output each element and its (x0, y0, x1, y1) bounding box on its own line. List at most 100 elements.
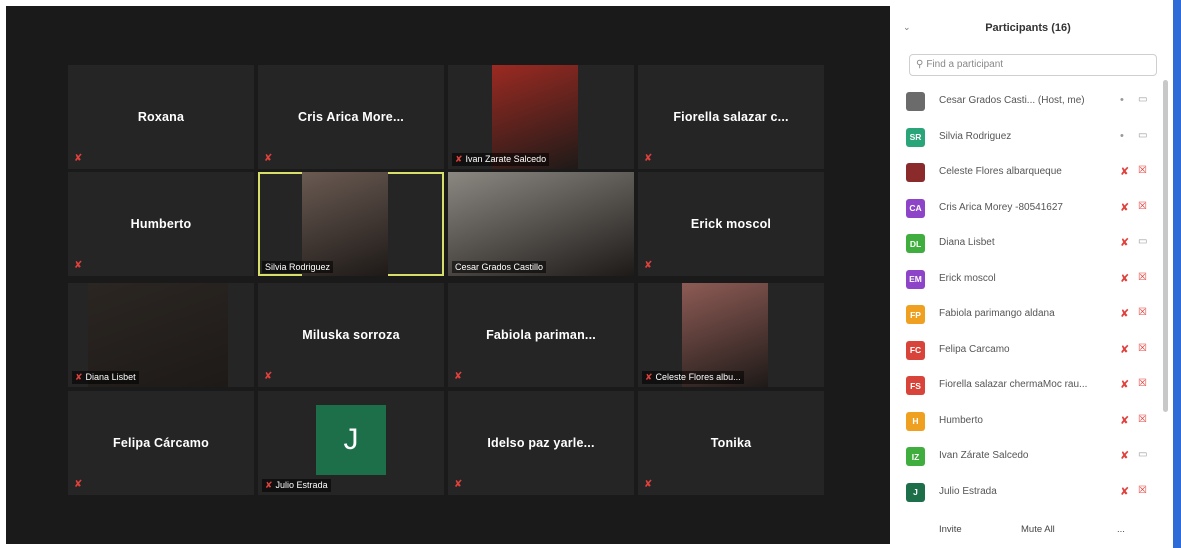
participant-name: Diana Lisbet (939, 237, 995, 248)
participant-label-text: Julio Estrada (275, 480, 328, 490)
camera-off-icon[interactable]: ☒ (1138, 343, 1147, 354)
participant-label: ✘ Ivan Zarate Salcedo (452, 153, 550, 166)
mic-icon[interactable]: • (1120, 94, 1124, 106)
mic-muted-icon[interactable]: ✘ (1120, 272, 1129, 285)
more-button[interactable]: ... (1117, 524, 1125, 535)
video-tile[interactable]: Silvia Rodriguez (258, 172, 444, 276)
mic-muted-icon[interactable]: ✘ (1120, 485, 1129, 498)
video-tile[interactable]: Humberto ✘ (68, 172, 254, 276)
video-tile[interactable]: ✘ Ivan Zarate Salcedo (448, 65, 634, 169)
video-tile[interactable]: Idelso paz yarle... ✘ (448, 391, 634, 495)
avatar: CA (906, 198, 925, 218)
camera-icon[interactable]: ▭ (1138, 94, 1147, 105)
mic-muted-icon: ✘ (454, 479, 463, 490)
participant-label-text: Diana Lisbet (85, 372, 136, 382)
avatar: H (906, 411, 925, 431)
camera-off-icon[interactable]: ☒ (1138, 307, 1147, 318)
video-tile[interactable]: Cesar Grados Castillo (448, 172, 634, 276)
camera-off-icon[interactable]: ☒ (1138, 378, 1147, 389)
video-tile[interactable]: ✘ Celeste Flores albu... (638, 283, 824, 387)
mic-muted-icon: ✘ (75, 372, 83, 382)
video-tile[interactable]: Fabiola pariman... ✘ (448, 283, 634, 387)
search-icon: ⚲ (916, 59, 924, 70)
participant-name: Fiorella salazar chermaMoc rau... (939, 379, 1088, 390)
participant-name: Felipa Carcamo (939, 343, 1010, 355)
avatar: FS (906, 376, 925, 395)
mic-muted-icon[interactable]: ✘ (1120, 378, 1129, 391)
avatar (906, 163, 925, 182)
invite-button[interactable]: Invite (939, 524, 962, 535)
participant-row[interactable]: Cesar Grados Casti... (Host, me) • ▭ (893, 84, 1161, 120)
participant-row[interactable]: FS Fiorella salazar chermaMoc rau... ✘ ☒ (893, 368, 1161, 404)
camera-icon[interactable]: ▭ (1138, 449, 1147, 460)
mic-muted-icon[interactable]: ✘ (1120, 343, 1129, 356)
mic-muted-icon[interactable]: ✘ (1120, 307, 1129, 320)
participant-name: Julio Estrada (939, 485, 997, 497)
participant-name: Humberto (939, 414, 983, 426)
mute-all-button[interactable]: Mute All (1021, 524, 1055, 535)
participant-row[interactable]: CA Cris Arica Morey -80541627 ✘ ☒ (893, 191, 1161, 227)
participant-search-input[interactable]: ⚲ Find a participant (909, 54, 1157, 76)
mic-muted-icon: ✘ (454, 371, 463, 382)
video-tile[interactable]: J ✘ Julio Estrada (258, 391, 444, 495)
participant-name: Cris Arica More... (298, 110, 404, 124)
camera-icon[interactable]: ▭ (1138, 236, 1147, 247)
participant-label-text: Celeste Flores albu... (655, 372, 741, 382)
mic-muted-icon[interactable]: ✘ (1120, 165, 1129, 178)
participant-row[interactable]: EM Erick moscol ✘ ☒ (893, 262, 1161, 298)
participant-label: ✘ Julio Estrada (262, 479, 331, 492)
participant-name: Roxana (137, 110, 185, 124)
participant-row[interactable]: Celeste Flores albarqueque ✘ ☒ (893, 155, 1161, 191)
participant-row[interactable]: IZ Ivan Zárate Salcedo ✘ ▭ (893, 439, 1161, 475)
participant-row[interactable]: J Julio Estrada ✘ ☒ (893, 475, 1161, 511)
participant-name: Erick moscol (690, 217, 772, 231)
participant-name: Cesar Grados Casti... (Host, me) (939, 95, 1085, 106)
avatar: FP (906, 305, 925, 324)
participant-name: Silvia Rodriguez (939, 130, 1012, 142)
mic-muted-icon[interactable]: ✘ (1120, 414, 1129, 427)
participant-row[interactable]: SR Silvia Rodriguez • ▭ (893, 120, 1161, 156)
video-tile[interactable]: Roxana ✘ (68, 65, 254, 169)
participant-list: Cesar Grados Casti... (Host, me) • ▭ SR Silv… (893, 84, 1161, 510)
avatar: SR (906, 127, 925, 147)
mic-muted-icon: ✘ (455, 154, 463, 164)
participant-row[interactable]: FP Fabiola parimango aldana ✘ ☒ (893, 297, 1161, 333)
mic-muted-icon: ✘ (644, 479, 653, 490)
participants-header: ⌄ Participants (16) (893, 12, 1163, 42)
video-tile[interactable]: Miluska sorroza ✘ (258, 283, 444, 387)
participant-row[interactable]: FC Felipa Carcamo ✘ ☒ (893, 333, 1161, 369)
mic-muted-icon: ✘ (644, 153, 653, 164)
avatar: J (906, 482, 925, 502)
avatar (906, 92, 925, 111)
camera-off-icon[interactable]: ☒ (1138, 165, 1147, 176)
video-tile[interactable]: Cris Arica More... ✘ (258, 65, 444, 169)
participant-label-text: Ivan Zarate Salcedo (465, 154, 547, 164)
panel-title: Participants (16) (985, 22, 1071, 34)
participant-name: Fabiola pariman... (486, 328, 596, 342)
participant-name: Idelso paz yarle... (487, 436, 595, 450)
participant-name: Tonika (710, 436, 752, 450)
participant-name: Fabiola parimango aldana (939, 308, 1055, 319)
camera-off-icon[interactable]: ☒ (1138, 201, 1147, 212)
mic-muted-icon: ✘ (644, 260, 653, 271)
mic-muted-icon: ✘ (74, 479, 83, 490)
video-tile[interactable]: Tonika ✘ (638, 391, 824, 495)
video-tile[interactable]: Fiorella salazar c... ✘ (638, 65, 824, 169)
camera-off-icon[interactable]: ☒ (1138, 414, 1147, 425)
participant-list-scrollbar[interactable] (1163, 80, 1168, 412)
camera-icon[interactable]: ▭ (1138, 130, 1147, 141)
mic-muted-icon: ✘ (74, 260, 83, 271)
participants-footer: Invite Mute All ... (893, 520, 1163, 544)
mic-muted-icon[interactable]: ✘ (1120, 236, 1129, 249)
camera-off-icon[interactable]: ☒ (1138, 272, 1147, 283)
camera-off-icon[interactable]: ☒ (1138, 485, 1147, 496)
participant-row[interactable]: DL Diana Lisbet ✘ ▭ (893, 226, 1161, 262)
mic-icon[interactable]: • (1120, 130, 1124, 142)
video-tile[interactable]: ✘ Diana Lisbet (68, 283, 254, 387)
avatar: FC (906, 340, 925, 360)
participant-row[interactable]: H Humberto ✘ ☒ (893, 404, 1161, 440)
mic-muted-icon[interactable]: ✘ (1120, 201, 1129, 214)
mic-muted-icon[interactable]: ✘ (1120, 449, 1129, 462)
video-tile[interactable]: Felipa Cárcamo ✘ (68, 391, 254, 495)
video-tile[interactable]: Erick moscol ✘ (638, 172, 824, 276)
